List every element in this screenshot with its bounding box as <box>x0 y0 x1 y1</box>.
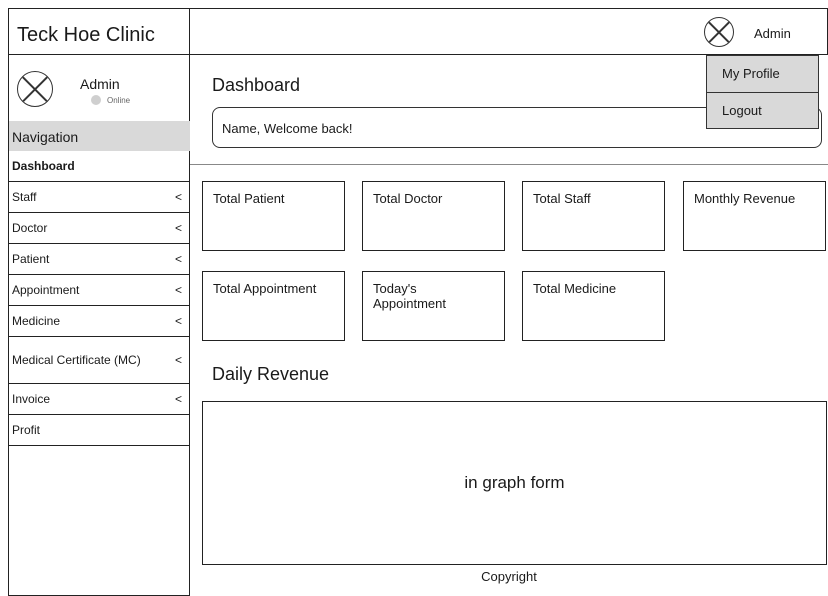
main-content: Dashboard Name, Welcome back! Total Pati… <box>190 55 828 596</box>
stat-card-total-doctor[interactable]: Total Doctor <box>362 181 505 251</box>
sidebar-item-medicine[interactable]: Medicine < <box>9 306 190 337</box>
chevron-left-icon[interactable]: < <box>175 314 182 328</box>
status-label: Online <box>107 95 131 105</box>
chevron-left-icon[interactable]: < <box>175 283 182 297</box>
chevron-left-icon[interactable]: < <box>175 252 182 266</box>
menu-item-logout[interactable]: Logout <box>707 92 818 128</box>
sidebar-item-medical-certificate[interactable]: Medical Certificate (MC) < <box>9 337 190 384</box>
chevron-left-icon[interactable]: < <box>175 353 182 367</box>
menu-item-my-profile[interactable]: My Profile <box>707 56 818 92</box>
graph-placeholder-text: in graph form <box>464 473 565 492</box>
sidebar-item-label: Dashboard <box>12 159 75 173</box>
stat-card-todays-appointment[interactable]: Today's Appointment <box>362 271 505 341</box>
sidebar-item-appointment[interactable]: Appointment < <box>9 275 190 306</box>
sidebar-item-doctor[interactable]: Doctor < <box>9 213 190 244</box>
daily-revenue-title: Daily Revenue <box>212 364 330 384</box>
page-title: Dashboard <box>212 75 301 95</box>
brand-title: Teck Hoe Clinic <box>9 9 190 55</box>
stat-card-total-staff[interactable]: Total Staff <box>522 181 665 251</box>
section-divider <box>190 164 828 165</box>
navigation-list: Dashboard Staff < Doctor < Patient < App… <box>9 151 190 446</box>
chevron-left-icon[interactable]: < <box>175 392 182 406</box>
chevron-left-icon[interactable]: < <box>175 190 182 204</box>
sidebar-item-patient[interactable]: Patient < <box>9 244 190 275</box>
stat-card-monthly-revenue[interactable]: Monthly Revenue <box>683 181 826 251</box>
top-header: Admin <box>190 8 828 55</box>
sidebar-item-label: Appointment <box>12 283 80 297</box>
sidebar-item-invoice[interactable]: Invoice < <box>9 384 190 415</box>
status-indicator: Online <box>91 95 130 105</box>
sidebar-item-label: Patient <box>12 252 50 266</box>
user-avatar-icon[interactable] <box>704 17 734 47</box>
sidebar-item-label: Doctor <box>12 221 48 235</box>
stat-card-total-patient[interactable]: Total Patient <box>202 181 345 251</box>
sidebar-item-profit[interactable]: Profit <box>9 415 190 446</box>
sidebar-item-dashboard[interactable]: Dashboard <box>9 151 190 182</box>
avatar-placeholder-icon <box>17 71 53 107</box>
stat-card-total-medicine[interactable]: Total Medicine <box>522 271 665 341</box>
app-frame: Teck Hoe Clinic Admin Online Navigation … <box>8 8 828 596</box>
stat-card-total-appointment[interactable]: Total Appointment <box>202 271 345 341</box>
chevron-left-icon[interactable]: < <box>175 221 182 235</box>
sidebar-item-label: Medicine <box>12 314 61 328</box>
sidebar-user-panel: Admin Online <box>9 56 190 120</box>
sidebar-item-label: Invoice <box>12 392 51 406</box>
daily-revenue-graph: in graph form <box>202 401 827 565</box>
sidebar-item-label: Medical Certificate (MC) <box>12 352 141 367</box>
navigation-header: Navigation <box>9 121 190 151</box>
user-dropdown-menu: My Profile Logout <box>706 55 819 129</box>
sidebar: Teck Hoe Clinic Admin Online Navigation … <box>8 8 190 596</box>
status-dot-icon <box>91 95 101 105</box>
top-user-name[interactable]: Admin <box>754 26 791 41</box>
sidebar-item-label: Staff <box>12 190 37 204</box>
sidebar-item-label: Profit <box>12 423 41 437</box>
footer-copyright: Copyright <box>481 569 537 584</box>
sidebar-user-name: Admin <box>80 76 120 92</box>
sidebar-item-staff[interactable]: Staff < <box>9 182 190 213</box>
